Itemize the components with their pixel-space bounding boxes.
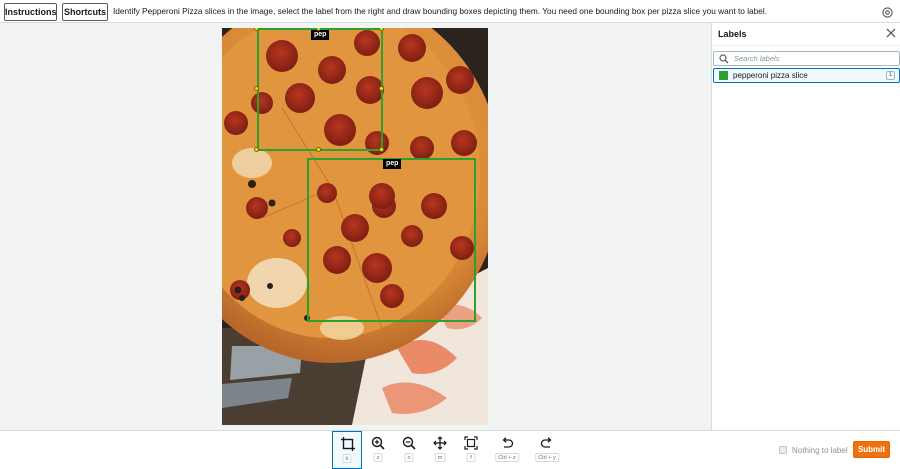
search-labels-box[interactable] <box>713 51 900 66</box>
resize-handle[interactable] <box>316 147 321 152</box>
redo-icon <box>540 437 552 448</box>
zoom-in-icon <box>371 436 385 450</box>
zoom-out-button[interactable]: o <box>394 431 424 469</box>
move-icon <box>433 436 447 450</box>
help-circle-icon[interactable] <box>882 7 893 18</box>
undo-icon <box>502 437 514 448</box>
labels-panel: Labels pepperoni pizza slice 1 <box>711 23 900 430</box>
resize-handle[interactable] <box>379 147 384 152</box>
zoom-out-icon <box>402 436 416 450</box>
task-instructions: Identify Pepperoni Pizza slices in the i… <box>113 6 768 16</box>
tool-shortcut: z <box>373 453 383 462</box>
tool-shortcut: Ctrl + y <box>535 453 559 462</box>
redo-button[interactable]: Ctrl + y <box>532 431 562 469</box>
tool-shortcut: Ctrl + z <box>495 453 519 462</box>
undo-button[interactable]: Ctrl + z <box>492 431 522 469</box>
fit-image-button[interactable]: f <box>456 431 486 469</box>
bounding-box-2-label: pep <box>383 159 402 169</box>
bottom-toolbar: b z o m f Ctrl + z Ctrl + y Nothing to l… <box>0 430 900 469</box>
bounding-box-icon <box>341 437 355 451</box>
resize-handle[interactable] <box>254 147 259 152</box>
annotation-workspace[interactable]: pep pep <box>0 23 711 430</box>
move-button[interactable]: m <box>425 431 455 469</box>
label-color-swatch <box>719 71 728 80</box>
divider <box>712 45 900 46</box>
fit-image-icon <box>464 436 478 450</box>
label-shortcut-key: 1 <box>886 71 895 80</box>
nothing-to-label-text: Nothing to label <box>792 446 848 455</box>
label-item-text: pepperoni pizza slice <box>733 71 808 80</box>
nothing-to-label-checkbox[interactable] <box>779 446 787 454</box>
resize-handle[interactable] <box>379 86 384 91</box>
close-icon[interactable] <box>886 28 896 38</box>
search-labels-input[interactable] <box>734 53 894 64</box>
top-bar: Instructions Shortcuts Identify Pepperon… <box>0 0 900 23</box>
bounding-box-2[interactable] <box>307 158 476 322</box>
pizza-image[interactable]: pep pep <box>222 28 488 425</box>
box-tool-button[interactable]: b <box>332 431 362 469</box>
tool-shortcut: b <box>342 454 352 463</box>
instructions-button[interactable]: Instructions <box>4 3 57 21</box>
zoom-in-button[interactable]: z <box>363 431 393 469</box>
shortcuts-button[interactable]: Shortcuts <box>62 3 108 21</box>
submit-button[interactable]: Submit <box>853 441 890 458</box>
bounding-box-1[interactable] <box>257 28 383 151</box>
resize-handle[interactable] <box>254 86 259 91</box>
bounding-box-1-label: pep <box>311 30 330 40</box>
tool-shortcut: m <box>434 453 446 462</box>
tool-shortcut: o <box>404 453 414 462</box>
search-icon <box>719 54 729 64</box>
tool-shortcut: f <box>466 453 476 462</box>
labels-title: Labels <box>718 29 747 39</box>
label-item-pepperoni-pizza-slice[interactable]: pepperoni pizza slice 1 <box>713 68 900 83</box>
